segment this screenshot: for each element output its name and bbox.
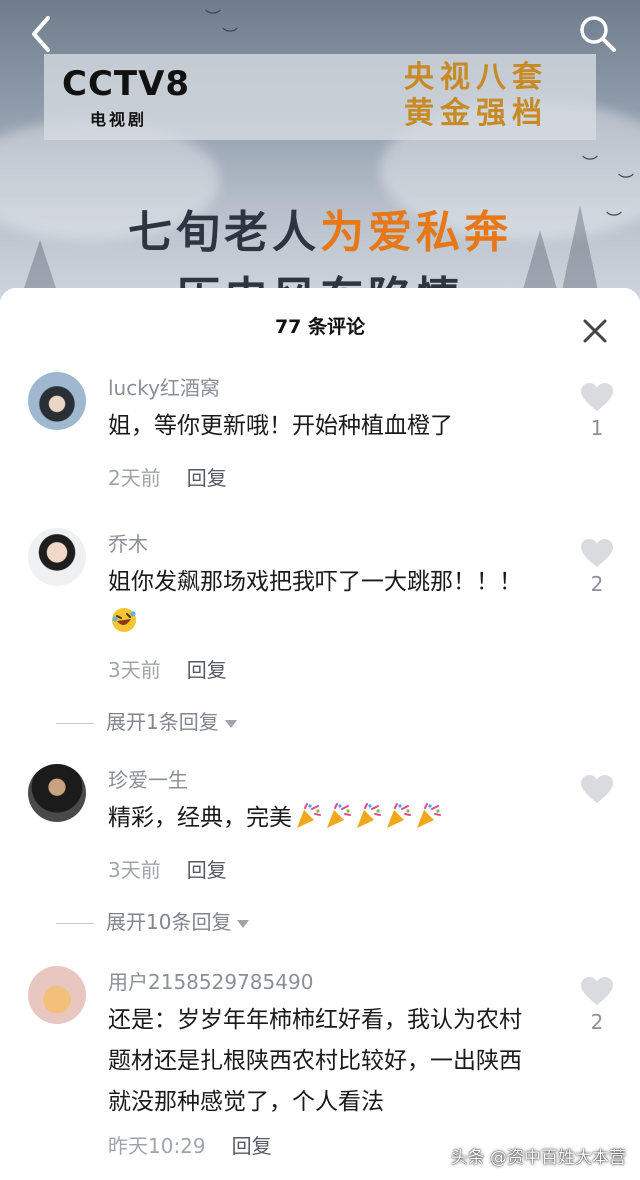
comment-count: 77	[274, 316, 302, 338]
divider-line	[56, 723, 94, 724]
avatar[interactable]	[28, 764, 86, 822]
like-button[interactable]	[580, 774, 614, 804]
promo-line1: 央视八套	[404, 60, 548, 95]
comment-meta: 3天前 回复	[108, 854, 227, 883]
comment-item: 珍爱一生 精彩，经典，完美 3天前 回复 展开10条回复	[0, 764, 640, 944]
reply-button[interactable]: 回复	[232, 1134, 272, 1158]
comment-username[interactable]: 乔木	[108, 528, 148, 557]
bird-icon: ︶	[582, 154, 599, 173]
comment-time: 2天前	[108, 466, 161, 490]
watermark: 头条 @资中百姓大本营	[450, 1148, 626, 1168]
divider-line	[56, 923, 94, 924]
comment-meta: 3天前 回复	[108, 654, 227, 683]
close-icon	[583, 319, 607, 343]
comment-time: 3天前	[108, 658, 161, 682]
comment-text: 精彩，经典，完美	[108, 798, 538, 838]
back-button[interactable]	[22, 12, 62, 56]
promo-text: 央视八套 黄金强档	[376, 60, 576, 132]
party-popper-emoji	[327, 803, 351, 828]
expand-replies[interactable]: 展开1条回复	[56, 706, 237, 735]
comment-text: 还是：岁岁年年柿柿红好看，我认为农村题材还是扎根陕西农村比较好，一出陕西就没那种…	[108, 1007, 522, 1115]
party-popper-emoji	[357, 803, 381, 828]
comment-time: 昨天10:29	[108, 1134, 206, 1158]
reply-button[interactable]: 回复	[187, 858, 227, 882]
heart-icon	[581, 775, 613, 803]
comment-count-label: 条评论	[308, 316, 366, 338]
chevron-down-icon	[224, 719, 237, 728]
avatar[interactable]	[28, 528, 86, 586]
party-popper-emoji	[297, 803, 321, 828]
comment-meta: 昨天10:29 回复	[108, 1130, 272, 1159]
cctv-logo: CCTV8 电视剧	[62, 64, 202, 129]
heart-icon	[581, 539, 613, 567]
like-button[interactable]	[580, 976, 614, 1006]
bird-icon: ︶	[222, 26, 239, 45]
like-count: 2	[590, 572, 604, 596]
party-popper-emoji	[417, 803, 441, 828]
avatar[interactable]	[28, 966, 86, 1024]
reply-button[interactable]: 回复	[187, 658, 227, 682]
comment-username[interactable]: 珍爱一生	[108, 764, 188, 793]
comment-username[interactable]: 用户2158529785490	[108, 966, 313, 995]
comment-text: 姐，等你更新哦！开始种植血橙了	[108, 413, 453, 439]
comment-meta: 2天前 回复	[108, 462, 227, 491]
headline-part2: 为爱私奔	[320, 207, 512, 258]
video-headline: 七旬老人为爱私奔	[0, 196, 640, 260]
chevron-down-icon	[237, 919, 250, 928]
promo-line2: 黄金强档	[404, 96, 548, 131]
like-count: 1	[590, 416, 604, 440]
comment-text-content: 精彩，经典，完美	[108, 805, 292, 831]
comment-text-content: 姐你发飙那场戏把我吓了一大跳那！！！	[108, 569, 522, 595]
like-button[interactable]	[580, 382, 614, 412]
channel-banner: CCTV8 电视剧 央视八套 黄金强档	[44, 54, 596, 140]
cctv-logo-text: CCTV8	[62, 64, 191, 104]
bird-icon: ︶	[205, 8, 222, 27]
expand-replies-label: 展开1条回复	[106, 710, 219, 734]
reply-button[interactable]: 回复	[187, 466, 227, 490]
like-count: 2	[590, 1010, 604, 1034]
bird-icon: ︶	[618, 172, 635, 191]
comment-username[interactable]: lucky红酒窝	[108, 372, 220, 401]
search-icon	[580, 16, 616, 52]
comment-time: 3天前	[108, 858, 161, 882]
party-popper-emoji	[387, 803, 411, 828]
expand-replies-label: 展开10条回复	[106, 910, 232, 934]
close-button[interactable]	[582, 318, 608, 344]
comment-sheet: 77 条评论 lucky红酒窝 姐，等你更新哦！开始种植血橙了 2天前 回复 1 …	[0, 288, 640, 1180]
comment-text: 姐你发飙那场戏把我吓了一大跳那！！！	[108, 562, 538, 642]
laughing-emoji	[112, 608, 136, 632]
video-header[interactable]: ︶ ︶ ︶ ︶ ︶ CCTV8 电视剧 央视八套 黄金强档 七旬老人为爱私奔 历…	[0, 0, 640, 300]
comment-count-title: 77 条评论	[0, 312, 640, 339]
search-button[interactable]	[576, 12, 620, 56]
headline-part1: 七旬老人	[128, 207, 320, 258]
heart-icon	[581, 383, 613, 411]
channel-subtitle: 电视剧	[90, 110, 148, 129]
expand-replies[interactable]: 展开10条回复	[56, 906, 250, 935]
comment-item: lucky红酒窝 姐，等你更新哦！开始种植血橙了 2天前 回复 1	[0, 372, 640, 502]
avatar[interactable]	[28, 372, 86, 430]
comment-item: 乔木 姐你发飙那场戏把我吓了一大跳那！！！ 3天前 回复 展开1条回复 2	[0, 528, 640, 748]
back-arrow-icon	[32, 16, 50, 52]
like-button[interactable]	[580, 538, 614, 568]
heart-icon	[581, 977, 613, 1005]
